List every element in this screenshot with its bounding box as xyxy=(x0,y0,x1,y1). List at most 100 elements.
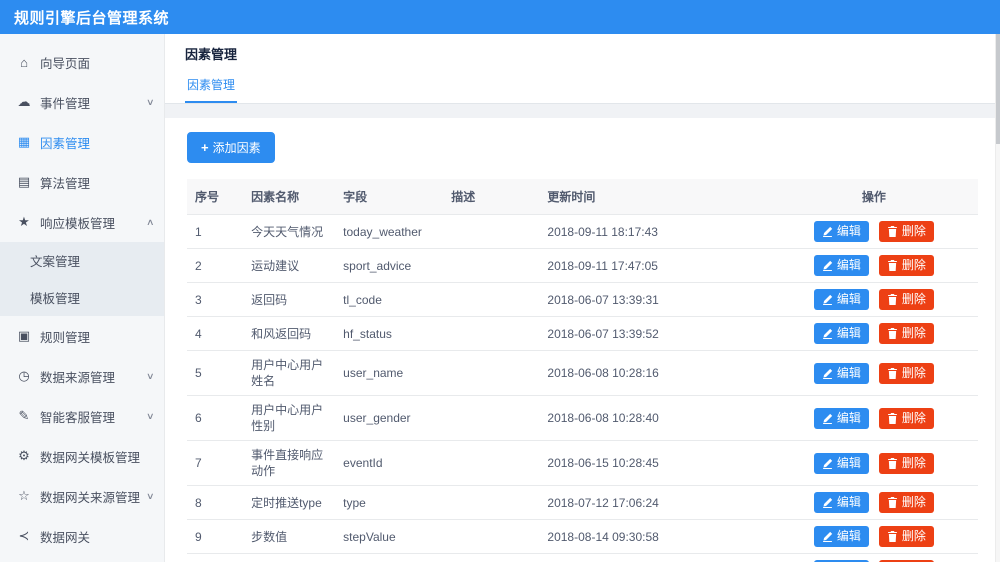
edit-label: 编辑 xyxy=(836,455,861,470)
factor-name: 定时推送type xyxy=(243,485,336,520)
edit-icon xyxy=(822,368,833,379)
trash-icon xyxy=(887,260,898,271)
trash-icon xyxy=(887,497,898,508)
sidebar-item-data-gateway-source-management[interactable]: ☆ 数据网关来源管理 ∨ xyxy=(0,476,164,516)
sidebar-item-data-source-management[interactable]: ◷ 数据来源管理 ∨ xyxy=(0,356,164,396)
factor-name: 步数值 xyxy=(243,519,336,554)
chevron-down-icon: ∨ xyxy=(146,410,155,421)
factor-updated: 2018-09-11 17:47:05 xyxy=(539,248,770,283)
factor-name: 运动建议 xyxy=(243,248,336,283)
table-row: 3 返回码 tl_code 2018-06-07 13:39:31 编辑 删除 xyxy=(187,282,978,317)
factor-desc xyxy=(443,485,540,520)
row-index: 1 xyxy=(187,214,244,249)
edit-button[interactable]: 编辑 xyxy=(813,289,869,310)
sidebar-item-label: 数据网关 xyxy=(40,530,91,545)
sidebar-item-event-management[interactable]: ☁ 事件管理 ∨ xyxy=(0,82,164,122)
sidebar-item-algorithm-management[interactable]: ▤ 算法管理 xyxy=(0,162,164,202)
factor-desc xyxy=(443,519,540,554)
factor-name: 和风返回码 xyxy=(243,316,336,351)
col-header-updated: 更新时间 xyxy=(539,179,770,215)
edit-icon xyxy=(822,260,833,271)
sidebar-item-copywriting-management[interactable]: 文案管理 xyxy=(0,242,164,279)
col-header-name: 因素名称 xyxy=(243,179,336,215)
edit-button[interactable]: 编辑 xyxy=(813,492,869,513)
factor-table: 序号 因素名称 字段 描述 更新时间 操作 1 今天天气情况 today_wea… xyxy=(187,179,978,562)
edit-icon xyxy=(822,531,833,542)
delete-button[interactable]: 删除 xyxy=(878,407,934,429)
sidebar-item-rule-management[interactable]: ▣ 规则管理 xyxy=(0,316,164,356)
trash-icon xyxy=(887,457,898,469)
col-header-actions: 操作 xyxy=(769,179,978,215)
delete-button[interactable]: 删除 xyxy=(878,255,934,276)
sidebar-item-guide-page[interactable]: ⌂ 向导页面 xyxy=(0,42,164,82)
edit-label: 编辑 xyxy=(836,495,861,509)
sidebar-item-data-gateway[interactable]: ≺ 数据网关 xyxy=(0,516,164,556)
delete-button[interactable]: 删除 xyxy=(878,323,934,344)
scrollbar-thumb[interactable] xyxy=(996,34,1000,144)
edit-button[interactable]: 编辑 xyxy=(813,255,869,276)
delete-button[interactable]: 删除 xyxy=(878,526,934,547)
row-index: 8 xyxy=(187,485,244,520)
delete-button[interactable]: 删除 xyxy=(878,289,934,310)
factor-desc xyxy=(443,316,540,351)
edit-button[interactable]: 编辑 xyxy=(813,452,869,474)
row-index: 9 xyxy=(187,519,244,554)
edit-button[interactable]: 编辑 xyxy=(813,407,869,429)
factor-table-header: 序号 因素名称 字段 描述 更新时间 操作 xyxy=(187,179,978,215)
sidebar-item-data-gateway-template-management[interactable]: ⚙ 数据网关模板管理 xyxy=(0,436,164,476)
sidebar-item-response-template-management[interactable]: ★ 响应模板管理 ∧ xyxy=(0,202,164,242)
sidebar-item-template-management[interactable]: 模板管理 xyxy=(0,279,164,316)
factor-desc xyxy=(443,214,540,249)
add-factor-label: 添加因素 xyxy=(212,141,261,155)
table-row: 7 事件直接响应动作 eventId 2018-06-15 10:28:45 编… xyxy=(187,440,978,486)
edit-button[interactable]: 编辑 xyxy=(813,221,869,242)
delete-button[interactable]: 删除 xyxy=(878,492,934,513)
sidebar-item-label: 智能客服管理 xyxy=(40,410,116,425)
delete-button[interactable]: 删除 xyxy=(878,452,934,474)
layout: ⌂ 向导页面 ☁ 事件管理 ∨ ▦ 因素管理 ▤ 算法管理 ★ 响应模板管理 ∧… xyxy=(0,34,1000,562)
trash-icon xyxy=(887,367,898,379)
delete-button[interactable]: 删除 xyxy=(878,221,934,242)
sidebar-item-factor-management[interactable]: ▦ 因素管理 xyxy=(0,122,164,162)
factor-name: 用户中心用户性别 xyxy=(243,395,336,441)
edit-button[interactable]: 编辑 xyxy=(813,526,869,547)
sidebar-item-smart-service-management[interactable]: ✎ 智能客服管理 ∨ xyxy=(0,396,164,436)
delete-label: 删除 xyxy=(901,495,926,509)
star-outline-icon: ☆ xyxy=(18,488,30,503)
factor-field: today_weather xyxy=(335,214,444,249)
edit-icon xyxy=(822,458,833,469)
factor-updated: 2018-06-08 10:28:40 xyxy=(539,395,770,441)
edit-button[interactable]: 编辑 xyxy=(813,323,869,344)
keyboard-icon: ▣ xyxy=(17,328,31,343)
sidebar-item-label: 因素管理 xyxy=(40,136,91,151)
add-factor-button[interactable]: 添加因素 xyxy=(187,132,275,163)
col-header-desc: 描述 xyxy=(443,179,540,215)
clock-icon: ◷ xyxy=(18,368,30,383)
factor-name: 今天天气情况 xyxy=(243,214,336,249)
table-row: 8 定时推送type type 2018-07-12 17:06:24 编辑 删… xyxy=(187,485,978,520)
edit-icon xyxy=(822,328,833,339)
factor-field: user_name xyxy=(335,350,444,396)
trash-icon xyxy=(887,531,898,542)
delete-label: 删除 xyxy=(901,455,926,470)
content-area: 添加因素 序号 因素名称 字段 描述 更新时间 操作 xyxy=(165,118,1000,562)
sidebar-item-label: 事件管理 xyxy=(40,96,91,111)
edit-button[interactable]: 编辑 xyxy=(813,362,869,384)
delete-button[interactable]: 删除 xyxy=(878,362,934,384)
sidebar-item-label: 算法管理 xyxy=(40,176,91,191)
row-index: 3 xyxy=(187,282,244,317)
delete-label: 删除 xyxy=(901,410,926,425)
table-row: 5 用户中心用户姓名 user_name 2018-06-08 10:28:16… xyxy=(187,350,978,396)
factor-field: dataTime xyxy=(335,553,444,562)
sidebar-item-label: 响应模板管理 xyxy=(40,216,116,231)
factor-table-body: 1 今天天气情况 today_weather 2018-09-11 18:17:… xyxy=(187,214,978,562)
row-index: 4 xyxy=(187,316,244,351)
factor-updated: 2018-08-14 10:14:15 xyxy=(539,553,770,562)
sidebar-item-label: 数据网关来源管理 xyxy=(40,490,141,505)
pencil-icon: ✎ xyxy=(18,408,30,423)
edit-label: 编辑 xyxy=(836,258,861,272)
scrollbar[interactable] xyxy=(995,34,1000,562)
tab-factor-management[interactable]: 因素管理 xyxy=(185,76,238,103)
edit-label: 编辑 xyxy=(836,292,861,306)
delete-label: 删除 xyxy=(901,326,926,340)
